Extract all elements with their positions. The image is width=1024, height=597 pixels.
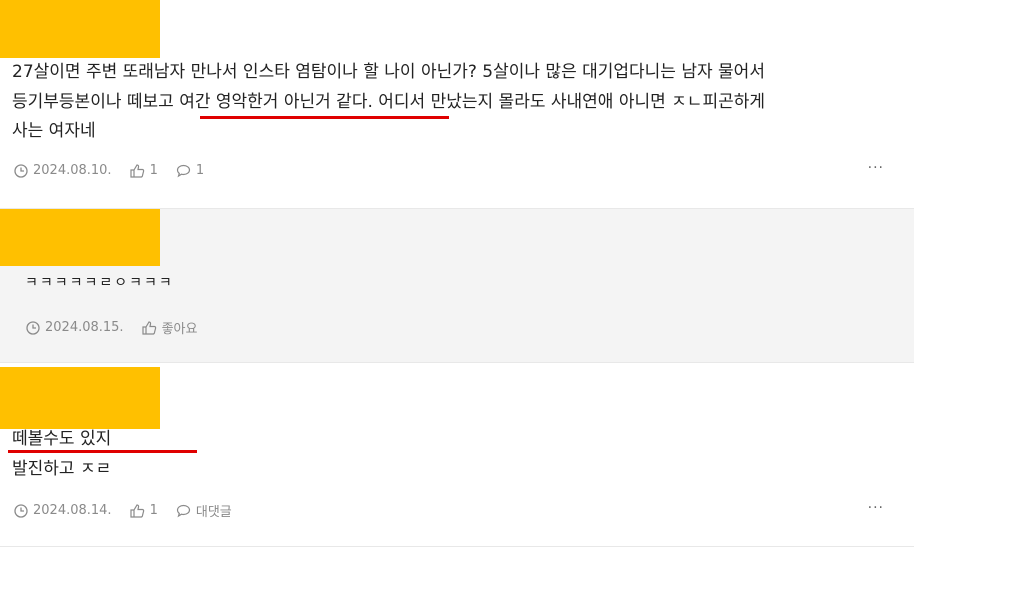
comment-body: 떼볼수도 있지 발진하고 ㅈㄹ <box>12 425 111 484</box>
red-underline <box>8 450 197 453</box>
reply-button[interactable]: 1 <box>176 163 204 178</box>
comment-meta: 2024.08.10. 1 1 <box>14 163 222 178</box>
comment-item: 27살이면 주변 또래남자 만나서 인스타 염탐이나 할 나이 아닌가? 5살이… <box>0 0 914 209</box>
like-button[interactable]: 좋아요 <box>141 318 197 337</box>
thumbs-up-icon <box>129 503 144 518</box>
speech-bubble-icon <box>176 504 190 517</box>
clock-icon <box>26 320 40 335</box>
comment-meta: 2024.08.15. 좋아요 <box>26 318 215 337</box>
comment-date: 2024.08.15. <box>26 320 124 335</box>
comment-item: 떼볼수도 있지 발진하고 ㅈㄹ 2024.08.14. 1 대댓글 ··· <box>0 363 914 547</box>
like-button[interactable]: 1 <box>129 163 158 178</box>
comment-body: ㅋㅋㅋㅋㅋㄹㅇㅋㅋㅋ <box>25 269 174 299</box>
clock-icon <box>14 503 28 518</box>
more-icon[interactable]: ··· <box>868 160 884 176</box>
comment-line: ㅋㅋㅋㅋㅋㄹㅇㅋㅋㅋ <box>25 275 174 291</box>
comment-date: 2024.08.14. <box>14 503 112 518</box>
comment-line: 27살이면 주변 또래남자 만나서 인스타 염탐이나 할 나이 아닌가? 5살이… <box>12 62 765 82</box>
comment-item: ㅋㅋㅋㅋㅋㄹㅇㅋㅋㅋ 2024.08.15. 좋아요 <box>0 209 914 363</box>
clock-icon <box>14 163 28 178</box>
like-button[interactable]: 1 <box>129 503 158 518</box>
more-icon[interactable]: ··· <box>868 500 884 516</box>
comment-line: 발진하고 ㅈㄹ <box>12 458 112 479</box>
thumbs-up-icon <box>129 163 144 178</box>
comment-meta: 2024.08.14. 1 대댓글 <box>14 501 250 520</box>
redacted-author <box>0 367 160 429</box>
thumbs-up-icon <box>141 320 156 335</box>
redacted-author <box>0 0 160 58</box>
redacted-author <box>0 209 160 266</box>
comment-date: 2024.08.10. <box>14 163 112 178</box>
speech-bubble-icon <box>176 164 190 177</box>
comment-body: 27살이면 주변 또래남자 만나서 인스타 염탐이나 할 나이 아닌가? 5살이… <box>12 58 765 147</box>
comment-line: 등기부등본이나 떼보고 여간 영악한거 아닌거 같다. 어디서 만났는지 몰라도… <box>12 91 766 112</box>
red-underline <box>200 116 449 119</box>
comment-line: 사는 여자네 <box>12 121 96 141</box>
reply-button[interactable]: 대댓글 <box>176 501 232 520</box>
